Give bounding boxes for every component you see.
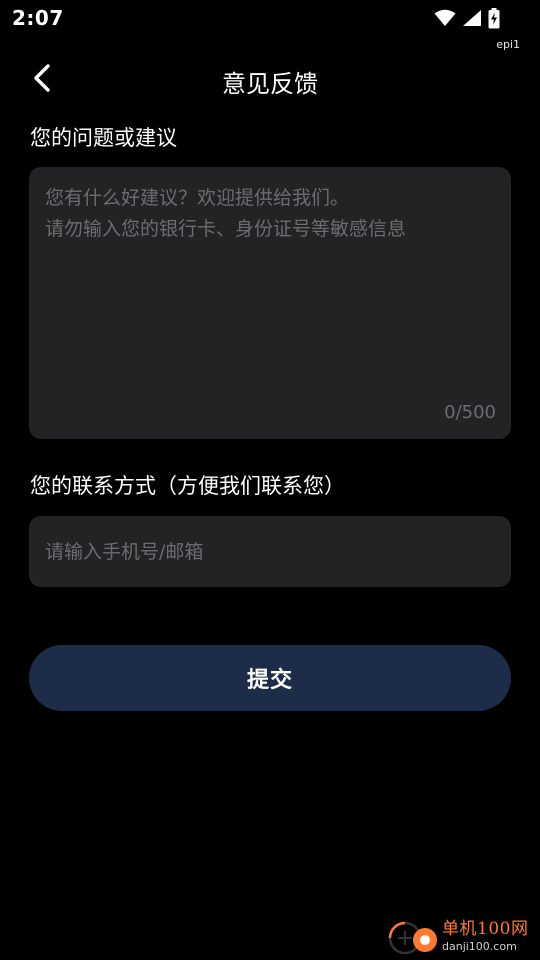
status-time: 2:07 [12, 6, 64, 30]
submit-button[interactable]: 提交 [29, 645, 511, 711]
feedback-label: 您的问题或建议 [30, 126, 177, 150]
watermark-domain: danji100.com [442, 939, 517, 953]
wifi-icon [434, 9, 456, 27]
contact-label: 您的联系方式（方便我们联系您） [30, 474, 345, 498]
watermark-name: 单机100网 [442, 918, 529, 939]
feedback-textarea[interactable] [29, 167, 511, 439]
header: 意见反馈 [0, 52, 540, 108]
status-tag: epi1 [496, 38, 520, 51]
watermark-text: 单机100网 danji100.com [442, 918, 529, 953]
feedback-box: 0/500 [29, 167, 511, 439]
battery-charging-icon [488, 7, 500, 29]
watermark-logo-icon [388, 916, 438, 956]
page-title: 意见反馈 [222, 70, 318, 98]
contact-input[interactable] [29, 516, 511, 587]
watermark: 单机100网 danji100.com [388, 914, 538, 958]
contact-box [29, 516, 511, 587]
status-bar: 2:07 epi1 [0, 0, 540, 51]
char-counter: 0/500 [444, 402, 496, 423]
status-icons [434, 7, 500, 29]
signal-icon [462, 9, 482, 27]
